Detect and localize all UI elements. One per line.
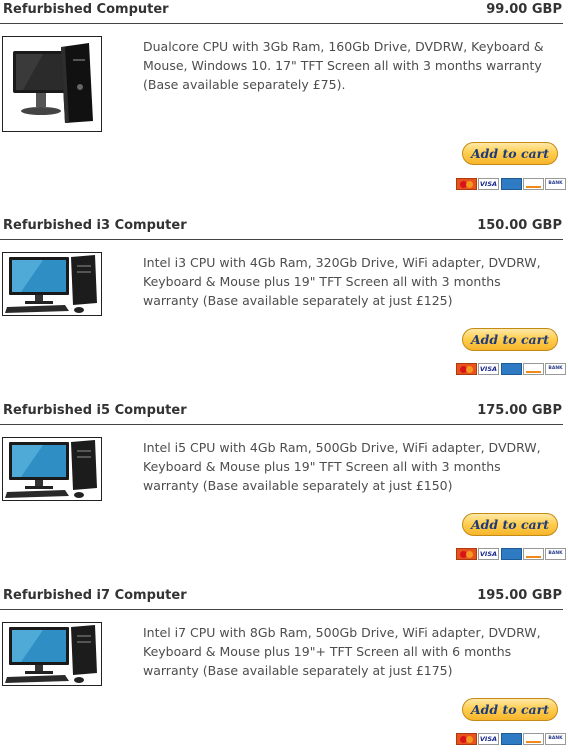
amex-icon [501,733,522,745]
discover-icon [523,363,544,375]
product-header: Refurbished i5 Computer 175.00 GBP [0,401,563,425]
payment-cards: VISA BANK [456,363,566,376]
product-image[interactable] [2,252,102,316]
product-description: Intel i5 CPU with 4Gb Ram, 500Gb Drive, … [143,440,541,493]
visa-icon: VISA [478,548,499,560]
product-image[interactable] [2,437,102,501]
product-price: 150.00 GBP [477,218,562,233]
product-price: 175.00 GBP [477,403,562,418]
desktop-set-icon [5,255,97,313]
product-list: Refurbished Computer 99.00 GBP Dualcore … [0,0,568,752]
mastercard-icon [456,733,477,745]
mastercard-icon [456,363,477,375]
product-item: Refurbished i7 Computer 195.00 GBP Intel… [0,586,566,752]
visa-icon: VISA [478,178,499,190]
payment-cards: VISA BANK [456,733,566,746]
payment-cards: VISA BANK [456,178,566,191]
product-item: Refurbished Computer 99.00 GBP Dualcore … [0,0,566,190]
discover-icon [523,548,544,560]
add-to-cart-button[interactable]: Add to cart [462,513,558,536]
product-item: Refurbished i3 Computer 150.00 GBP Intel… [0,216,566,401]
bank-icon: BANK [545,548,566,560]
product-title: Refurbished Computer [3,2,169,17]
bank-icon: BANK [545,733,566,745]
product-header: Refurbished Computer 99.00 GBP [0,0,563,24]
product-title: Refurbished i5 Computer [3,403,187,418]
product-description: Dualcore CPU with 3Gb Ram, 160Gb Drive, … [143,39,544,92]
amex-icon [501,548,522,560]
product-price: 195.00 GBP [477,588,562,603]
product-price: 99.00 GBP [486,2,562,17]
product-title: Refurbished i3 Computer [3,218,187,233]
product-header: Refurbished i3 Computer 150.00 GBP [0,216,563,240]
add-to-cart-button[interactable]: Add to cart [462,142,558,165]
desktop-set-icon [5,440,97,498]
payment-cards: VISA BANK [456,548,566,561]
mastercard-icon [456,548,477,560]
amex-icon [501,178,522,190]
visa-icon: VISA [478,363,499,375]
product-description: Intel i3 CPU with 4Gb Ram, 320Gb Drive, … [143,255,541,308]
product-image[interactable] [2,36,102,132]
product-title: Refurbished i7 Computer [3,588,187,603]
discover-icon [523,733,544,745]
desktop-set-icon [5,625,97,683]
add-to-cart-button[interactable]: Add to cart [462,698,558,721]
amex-icon [501,363,522,375]
product-image[interactable] [2,622,102,686]
product-description: Intel i7 CPU with 8Gb Ram, 500Gb Drive, … [143,625,541,678]
mastercard-icon [456,178,477,190]
discover-icon [523,178,544,190]
bank-icon: BANK [545,178,566,190]
visa-icon: VISA [478,733,499,745]
product-item: Refurbished i5 Computer 175.00 GBP Intel… [0,401,566,586]
monitor-tower-icon [13,43,93,123]
bank-icon: BANK [545,363,566,375]
product-header: Refurbished i7 Computer 195.00 GBP [0,586,563,610]
add-to-cart-button[interactable]: Add to cart [462,328,558,351]
